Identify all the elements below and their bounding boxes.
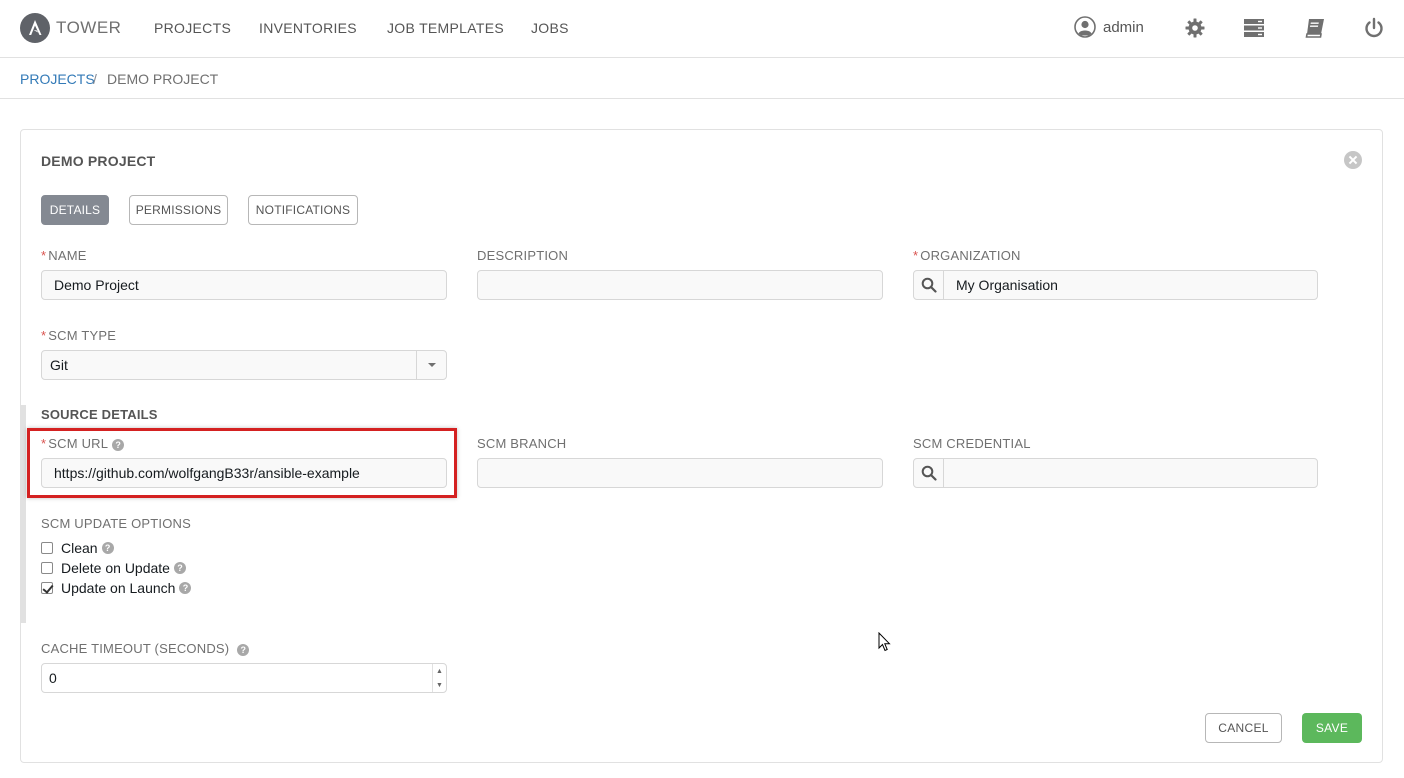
nav-job-templates[interactable]: JOB TEMPLATES — [387, 20, 504, 36]
delete-on-update-label: Delete on Update — [61, 560, 170, 576]
mouse-cursor-icon — [878, 632, 891, 652]
breadcrumb-projects-link[interactable]: PROJECTS — [20, 71, 95, 87]
spinner-down-icon[interactable]: ▼ — [433, 678, 446, 692]
number-spinner: ▲ ▼ — [432, 664, 446, 692]
scm-credential-search-button[interactable] — [914, 459, 944, 487]
close-icon[interactable] — [1344, 151, 1362, 169]
description-label: DESCRIPTION — [477, 248, 569, 263]
search-icon — [921, 277, 937, 293]
tower-logo[interactable]: TOWER — [20, 13, 121, 43]
cache-timeout-label: CACHE TIMEOUT (SECONDS)? — [41, 641, 250, 656]
help-icon[interactable]: ? — [237, 643, 250, 656]
help-icon[interactable]: ? — [173, 562, 186, 574]
cancel-button[interactable]: CANCEL — [1205, 713, 1282, 743]
delete-on-update-option: Delete on Update ? — [41, 560, 186, 576]
save-button[interactable]: SAVE — [1302, 713, 1362, 743]
tab-notifications[interactable]: NOTIFICATIONS — [248, 195, 358, 225]
update-on-launch-label: Update on Launch — [61, 580, 176, 596]
scm-branch-input[interactable] — [477, 458, 883, 488]
server-icon[interactable] — [1243, 17, 1265, 39]
required-mark: * — [913, 248, 919, 263]
cache-timeout-input[interactable]: 0 ▲ ▼ — [41, 663, 447, 693]
scm-credential-lookup — [913, 458, 1318, 488]
breadcrumb-current: DEMO PROJECT — [107, 71, 219, 87]
required-mark: * — [41, 248, 47, 263]
spinner-up-icon[interactable]: ▲ — [433, 664, 446, 678]
name-input[interactable]: Demo Project — [41, 270, 447, 300]
description-input[interactable] — [477, 270, 883, 300]
scm-type-label: * SCM TYPE — [41, 328, 117, 343]
clean-label: Clean — [61, 540, 98, 556]
organization-lookup: My Organisation — [913, 270, 1318, 300]
nav-inventories[interactable]: INVENTORIES — [259, 20, 357, 36]
organization-label: * ORGANIZATION — [913, 248, 1021, 263]
required-mark: * — [41, 436, 47, 451]
scm-branch-label: SCM BRANCH — [477, 436, 567, 451]
clean-checkbox[interactable] — [41, 542, 53, 554]
gear-icon[interactable] — [1184, 17, 1206, 39]
breadcrumb: PROJECTS / DEMO PROJECT — [0, 59, 1404, 99]
tab-details[interactable]: DETAILS — [41, 195, 109, 225]
source-details-bar — [21, 405, 26, 623]
delete-on-update-checkbox[interactable] — [41, 562, 53, 574]
project-form-panel: DEMO PROJECT DETAILS PERMISSIONS NOTIFIC… — [20, 129, 1383, 763]
update-on-launch-option: Update on Launch ? — [41, 580, 192, 596]
breadcrumb-separator: / — [93, 71, 97, 87]
organization-input[interactable]: My Organisation — [944, 271, 1058, 299]
nav-projects[interactable]: PROJECTS — [154, 20, 231, 36]
source-details-title: SOURCE DETAILS — [41, 407, 158, 422]
name-label: * NAME — [41, 248, 87, 263]
scm-url-input[interactable]: https://github.com/wolfgangB33r/ansible-… — [41, 458, 447, 488]
scm-credential-label: SCM CREDENTIAL — [913, 436, 1031, 451]
scm-update-options-label: SCM UPDATE OPTIONS — [41, 516, 191, 531]
help-icon[interactable]: ? — [179, 582, 192, 594]
scm-credential-input[interactable] — [944, 459, 956, 487]
nav-jobs[interactable]: JOBS — [531, 20, 569, 36]
scm-type-select[interactable]: Git — [41, 350, 447, 380]
user-name: admin — [1103, 18, 1144, 36]
user-icon — [1074, 16, 1096, 38]
search-icon — [921, 465, 937, 481]
scm-url-label: * SCM URL? — [41, 436, 125, 451]
required-mark: * — [41, 328, 47, 343]
organization-search-button[interactable] — [914, 271, 944, 299]
chevron-down-icon — [416, 351, 446, 379]
top-navbar: TOWER PROJECTS INVENTORIES JOB TEMPLATES… — [0, 0, 1404, 58]
book-icon[interactable] — [1304, 17, 1326, 39]
user-menu[interactable]: admin — [1074, 16, 1144, 38]
cache-timeout-value: 0 — [49, 670, 57, 686]
help-icon[interactable]: ? — [101, 542, 114, 554]
tab-permissions[interactable]: PERMISSIONS — [129, 195, 228, 225]
app-name: TOWER — [56, 18, 122, 37]
scm-type-value: Git — [50, 357, 68, 373]
power-icon[interactable] — [1363, 17, 1385, 39]
panel-title: DEMO PROJECT — [41, 153, 156, 169]
ansible-logo-icon — [20, 13, 50, 43]
clean-option: Clean ? — [41, 540, 114, 556]
update-on-launch-checkbox[interactable] — [41, 582, 53, 594]
help-icon[interactable]: ? — [112, 438, 125, 451]
